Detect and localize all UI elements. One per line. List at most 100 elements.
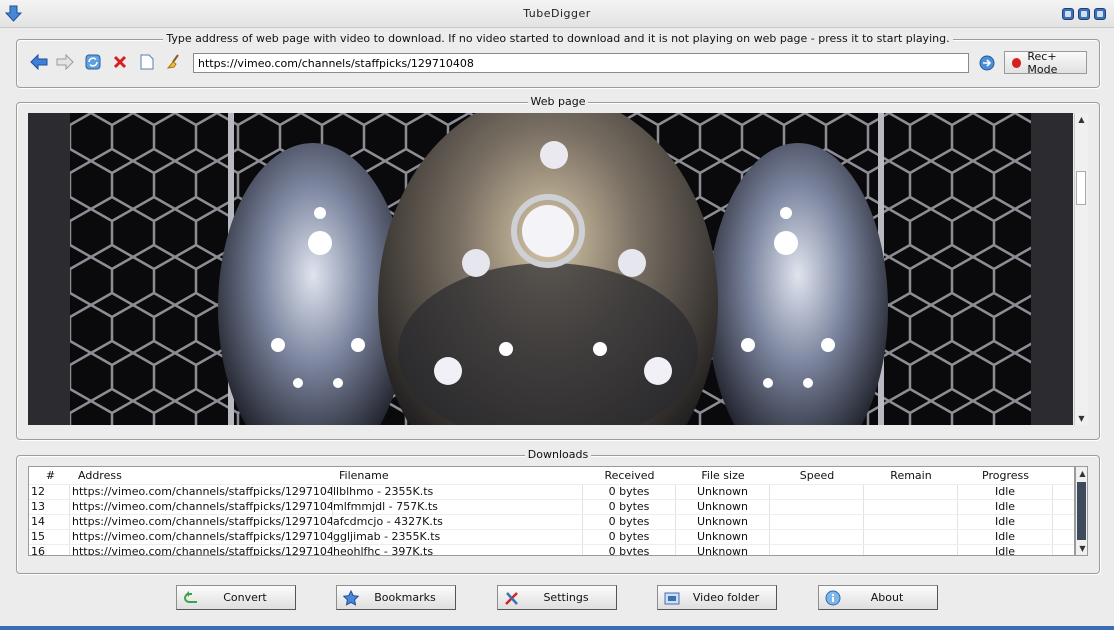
convert-button[interactable]: Convert — [176, 585, 296, 610]
row-file-size: Unknown — [676, 500, 770, 514]
row-remain — [864, 500, 958, 514]
rec-mode-label: Rec+ Mode — [1027, 49, 1058, 76]
scroll-thumb[interactable] — [1076, 171, 1086, 205]
row-file-size: Unknown — [676, 530, 770, 544]
row-number: 16 — [29, 545, 70, 555]
video-frame-image — [28, 113, 1073, 425]
forward-arrow-icon — [56, 54, 74, 70]
window-title: TubeDigger — [523, 7, 591, 20]
row-speed — [770, 500, 864, 514]
row-file-size: Unknown — [676, 545, 770, 555]
row-remain — [864, 515, 958, 529]
video-folder-label: Video folder — [692, 591, 760, 604]
stop-button[interactable] — [110, 52, 130, 72]
address-instruction: Type address of web page with video to d… — [163, 32, 953, 45]
row-address: https://vimeo.com/channels/staffpicks/12… — [72, 500, 333, 514]
about-label: About — [870, 591, 904, 604]
maximize-button[interactable] — [1078, 8, 1090, 20]
settings-label: Settings — [543, 591, 589, 604]
table-row[interactable]: 12 https://vimeo.com/channels/staffpicks… — [29, 484, 1074, 499]
row-address: https://vimeo.com/channels/staffpicks/12… — [72, 515, 333, 529]
row-progress: Idle — [958, 530, 1053, 544]
convert-label: Convert — [223, 591, 267, 604]
downloads-table[interactable]: # Address Filename Received File size Sp… — [28, 466, 1075, 556]
row-speed — [770, 545, 864, 555]
row-progress: Idle — [958, 515, 1053, 529]
title-bar: TubeDigger — [0, 0, 1114, 28]
row-progress: Idle — [958, 485, 1053, 499]
row-received: 0 bytes — [583, 545, 676, 555]
refresh-button[interactable] — [83, 52, 103, 72]
url-input[interactable] — [193, 53, 969, 73]
column-header-received[interactable]: Received — [583, 467, 676, 484]
back-button[interactable] — [29, 52, 49, 72]
column-header-remain[interactable]: Remain — [864, 467, 958, 484]
record-dot-icon — [1012, 57, 1022, 68]
forward-button[interactable] — [55, 52, 75, 72]
row-filename: mlfmmjdl - 757K.ts — [333, 500, 583, 514]
scroll-up-arrow-icon[interactable]: ▲ — [1075, 113, 1088, 126]
table-row[interactable]: 16 https://vimeo.com/channels/staffpicks… — [29, 544, 1074, 555]
row-progress: Idle — [958, 500, 1053, 514]
close-button[interactable] — [1094, 8, 1106, 20]
downloads-legend: Downloads — [524, 448, 592, 461]
row-speed — [770, 485, 864, 499]
bookmarks-button[interactable]: Bookmarks — [336, 585, 456, 610]
table-row[interactable]: 15 https://vimeo.com/channels/staffpicks… — [29, 529, 1074, 544]
row-number: 14 — [29, 515, 70, 529]
about-button[interactable]: About — [818, 585, 938, 610]
row-filename: llblhmo - 2355K.ts — [333, 485, 583, 499]
row-progress: Idle — [958, 545, 1053, 555]
go-button[interactable] — [977, 53, 997, 73]
column-header-number[interactable]: # — [29, 467, 70, 484]
clear-button[interactable] — [164, 52, 184, 72]
row-number: 15 — [29, 530, 70, 544]
scroll-down-arrow-icon[interactable]: ▼ — [1075, 412, 1088, 425]
refresh-icon — [85, 54, 101, 70]
scroll-up-arrow-icon[interactable]: ▲ — [1076, 467, 1089, 480]
row-filename: heohlfhc - 397K.ts — [333, 545, 583, 555]
blank-page-icon — [140, 54, 154, 70]
scroll-down-arrow-icon[interactable]: ▼ — [1076, 542, 1089, 555]
row-number: 13 — [29, 500, 70, 514]
column-header-filename[interactable]: Filename — [333, 467, 583, 484]
row-received: 0 bytes — [583, 500, 676, 514]
row-address: https://vimeo.com/channels/staffpicks/12… — [70, 545, 333, 555]
row-remain — [864, 485, 958, 499]
row-filename: ggljimab - 2355K.ts — [333, 530, 583, 544]
downloads-scrollbar[interactable]: ▲ ▼ — [1075, 466, 1088, 556]
row-address: https://vimeo.com/channels/staffpicks/12… — [72, 485, 333, 499]
bookmarks-label: Bookmarks — [374, 591, 436, 604]
column-header-speed[interactable]: Speed — [770, 467, 864, 484]
settings-button[interactable]: Settings — [497, 585, 617, 610]
rec-mode-button[interactable]: Rec+ Mode — [1004, 49, 1087, 76]
row-received: 0 bytes — [583, 485, 676, 499]
row-remain — [864, 530, 958, 544]
table-row[interactable]: 13 https://vimeo.com/channels/staffpicks… — [29, 499, 1074, 514]
row-number: 12 — [29, 485, 70, 499]
scroll-thumb[interactable] — [1077, 482, 1086, 540]
table-row[interactable]: 14 https://vimeo.com/channels/staffpicks… — [29, 514, 1074, 529]
column-header-file-size[interactable]: File size — [676, 467, 770, 484]
column-header-progress[interactable]: Progress — [958, 467, 1053, 484]
row-received: 0 bytes — [583, 530, 676, 544]
row-received: 0 bytes — [583, 515, 676, 529]
row-address: https://vimeo.com/channels/staffpicks/12… — [72, 530, 333, 544]
webpage-scrollbar[interactable]: ▲ ▼ — [1074, 113, 1088, 425]
row-file-size: Unknown — [676, 485, 770, 499]
column-header-address[interactable]: Address — [70, 467, 333, 484]
video-folder-button[interactable]: Video folder — [657, 585, 777, 610]
new-page-button[interactable] — [137, 52, 157, 72]
minimize-button[interactable] — [1062, 8, 1074, 20]
window-bottom-edge — [0, 626, 1114, 630]
broom-clear-icon — [166, 54, 179, 69]
row-remain — [864, 545, 958, 555]
row-speed — [770, 530, 864, 544]
webpage-legend: Web page — [527, 95, 589, 108]
stop-icon — [113, 55, 127, 69]
back-arrow-icon — [30, 54, 48, 70]
video-preview[interactable] — [28, 113, 1073, 425]
row-file-size: Unknown — [676, 515, 770, 529]
row-speed — [770, 515, 864, 529]
go-arrow-icon — [979, 55, 995, 71]
